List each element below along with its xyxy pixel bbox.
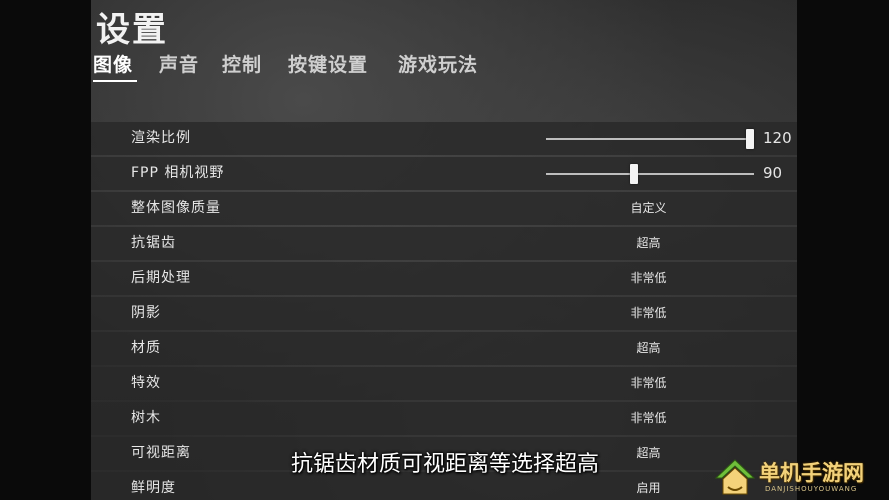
tab-control[interactable]: 控制 <box>222 50 262 77</box>
setting-row-overall-quality[interactable]: 整体图像质量 自定义 <box>91 192 797 225</box>
watermark-text: 单机手游网 <box>759 461 864 485</box>
setting-row-textures[interactable]: 材质 超高 <box>91 332 797 365</box>
setting-row-foliage[interactable]: 树木 非常低 <box>91 402 797 435</box>
setting-label: 整体图像质量 <box>131 200 221 216</box>
setting-row-render-scale[interactable]: 渲染比例 120 <box>91 122 797 155</box>
fpp-fov-slider-handle[interactable] <box>629 164 638 184</box>
tab-gameplay[interactable]: 游戏玩法 <box>398 50 478 77</box>
page-title: 设置 <box>96 10 168 50</box>
letterbox-left <box>0 0 91 500</box>
tab-graphics[interactable]: 图像 <box>93 50 133 77</box>
setting-value[interactable]: 超高 <box>571 227 726 260</box>
setting-value[interactable]: 非常低 <box>571 297 726 330</box>
setting-label: 后期处理 <box>131 270 191 286</box>
setting-label: 特效 <box>131 375 161 391</box>
fpp-fov-slider-track[interactable] <box>546 173 754 175</box>
setting-row-anti-aliasing[interactable]: 抗锯齿 超高 <box>91 227 797 260</box>
setting-value[interactable]: 非常低 <box>571 367 726 400</box>
setting-row-shadows[interactable]: 阴影 非常低 <box>91 297 797 330</box>
setting-label: 鲜明度 <box>131 480 176 496</box>
fpp-fov-value: 90 <box>763 164 783 182</box>
setting-label: FPP 相机视野 <box>131 165 225 181</box>
setting-label: 树木 <box>131 410 161 426</box>
setting-label: 渲染比例 <box>131 130 191 146</box>
setting-value[interactable]: 非常低 <box>571 402 726 435</box>
setting-value[interactable]: 自定义 <box>571 192 726 225</box>
setting-value[interactable]: 超高 <box>571 332 726 365</box>
letterbox-right <box>797 0 889 500</box>
house-logo-icon <box>714 459 756 495</box>
setting-row-post-processing[interactable]: 后期处理 非常低 <box>91 262 797 295</box>
settings-list: 渲染比例 120 FPP 相机视野 90 整体图像质量 自定义 抗锯齿 超高 后… <box>91 122 797 500</box>
tab-keybindings[interactable]: 按键设置 <box>288 50 368 77</box>
site-watermark: 单机手游网 DANJISHOUYOUWANG <box>713 455 889 500</box>
setting-label: 材质 <box>131 340 161 356</box>
setting-label: 可视距离 <box>131 445 191 461</box>
render-scale-slider-handle[interactable] <box>746 129 754 149</box>
tab-sound[interactable]: 声音 <box>159 50 199 77</box>
game-settings-screen: 设置 图像 声音 控制 按键设置 游戏玩法 渲染比例 120 FPP 相机视野 … <box>0 0 889 500</box>
setting-row-effects[interactable]: 特效 非常低 <box>91 367 797 400</box>
active-tab-indicator <box>93 80 137 82</box>
video-subtitle: 抗锯齿材质可视距离等选择超高 <box>290 452 599 477</box>
setting-value[interactable]: 非常低 <box>571 262 726 295</box>
setting-label: 抗锯齿 <box>131 235 176 251</box>
setting-label: 阴影 <box>131 305 161 321</box>
render-scale-slider-track[interactable] <box>546 138 754 140</box>
setting-row-fpp-fov[interactable]: FPP 相机视野 90 <box>91 157 797 190</box>
render-scale-value: 120 <box>763 129 792 147</box>
watermark-subtext: DANJISHOUYOUWANG <box>765 485 858 493</box>
